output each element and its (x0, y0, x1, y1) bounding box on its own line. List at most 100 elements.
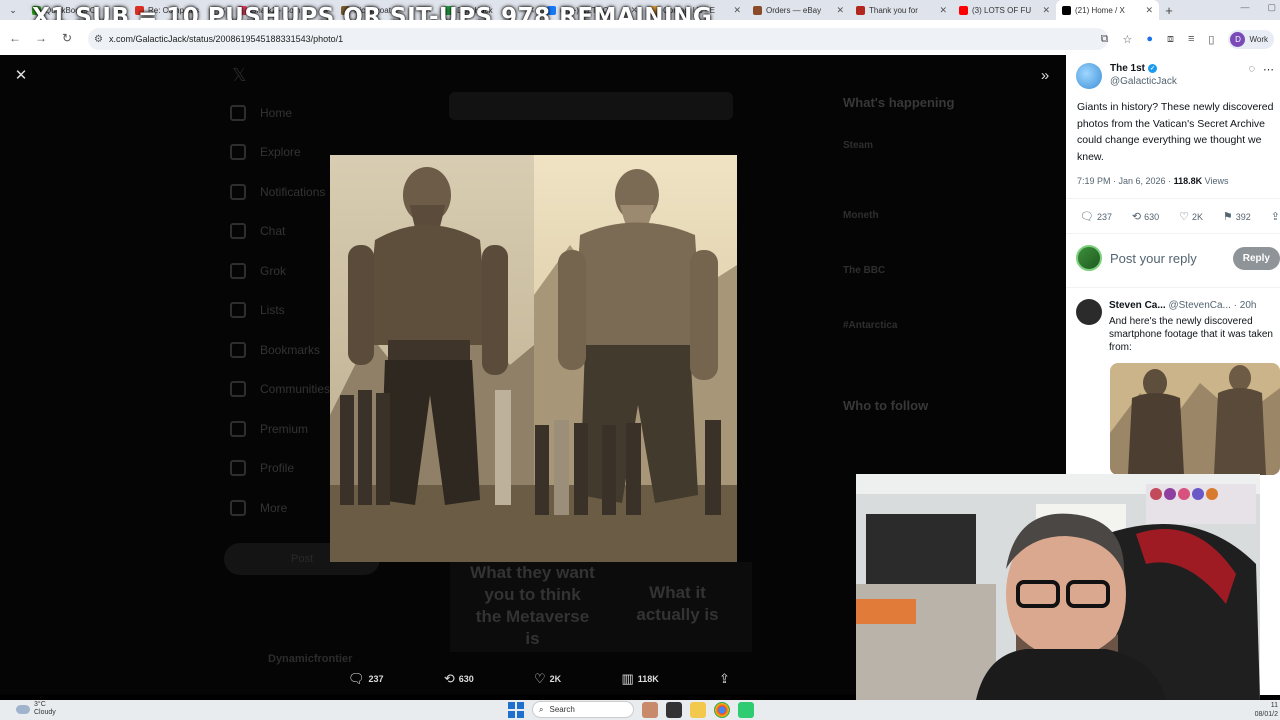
nav-label: Home (260, 105, 293, 120)
minimize-icon[interactable]: — (1240, 2, 1249, 13)
nav-item[interactable]: Chat (230, 212, 330, 252)
reply-author-handle[interactable]: @StevenCa... (1168, 300, 1230, 311)
tab-close-icon[interactable]: ✕ (836, 5, 844, 16)
user-avatar[interactable] (1076, 245, 1102, 271)
nav-label: Grok (260, 263, 287, 278)
windows-start-icon[interactable] (508, 701, 524, 718)
bottom-user-name: Dynamicfrontier (268, 653, 353, 665)
like-action[interactable]: ♡ 2K (534, 671, 561, 687)
nav-item[interactable]: Notifications (230, 172, 330, 212)
reply-input[interactable]: Post your reply (1110, 251, 1225, 266)
chrome-icon[interactable] (714, 701, 730, 718)
nav-label: Notifications (260, 184, 326, 199)
file-explorer-icon[interactable] (690, 701, 706, 718)
profile-label: Work (1249, 34, 1268, 44)
bookmark-stat[interactable]: ⚑ 392 (1223, 210, 1251, 223)
nav-item[interactable]: Lists (230, 291, 330, 331)
weather-widget[interactable]: 3°C Cloudy (16, 701, 56, 717)
share-action[interactable]: ⇪ (719, 671, 730, 687)
task-view-icon[interactable] (666, 701, 682, 718)
reload-icon[interactable]: ↻ (58, 31, 76, 45)
tab-close-icon[interactable]: ✕ (1042, 5, 1050, 16)
grok-icon[interactable]: ◌ (1248, 63, 1255, 76)
nav-icon (230, 460, 246, 477)
browser-tab[interactable]: (3) LOTS OF FU ✕ (953, 0, 1056, 20)
trend-item[interactable]: Steam (843, 140, 873, 151)
repost-action[interactable]: ⟲ 630 (444, 671, 474, 687)
webcam-overlay (856, 474, 1260, 700)
tab-close-icon[interactable]: ✕ (939, 5, 947, 16)
bookmark-star-icon[interactable]: ☆ (1122, 33, 1132, 46)
trend-item[interactable]: The BBC (843, 265, 885, 276)
views-label: Views (1204, 176, 1229, 186)
browser-tab[interactable]: Orders — eBay ✕ (747, 0, 850, 20)
author-avatar[interactable] (1076, 63, 1102, 89)
forward-icon[interactable]: → (32, 31, 50, 45)
maximize-icon[interactable]: ▢ (1267, 2, 1276, 13)
close-icon[interactable]: ✕ (10, 64, 32, 86)
site-info-icon[interactable]: ⚙ (94, 34, 103, 45)
back-icon[interactable]: ← (6, 31, 24, 45)
trend-item[interactable]: #Antarctica (843, 320, 897, 331)
tab-close-icon[interactable]: ✕ (1145, 5, 1153, 16)
nav-item[interactable]: More (230, 488, 330, 528)
views-action[interactable]: ▥ 118K (621, 671, 658, 687)
sidebar-icon[interactable]: ▯ (1208, 33, 1214, 46)
media-controls-icon[interactable]: ≡ (1188, 33, 1194, 45)
weather-temp: 3°C (34, 701, 46, 708)
nav-item[interactable]: Home (230, 93, 330, 133)
address-bar[interactable]: ⚙ x.com/GalacticJack/status/200861954518… (88, 28, 1108, 50)
repost-icon: ⟲ (443, 671, 455, 686)
nav-item[interactable]: Bookmarks (230, 330, 330, 370)
new-tab-button[interactable]: + (1159, 3, 1179, 18)
tab-close-icon[interactable]: ✕ (733, 5, 741, 16)
reply-stat[interactable]: 🗨 237 (1080, 210, 1112, 223)
browser-tab[interactable]: (21) Home / X ✕ (1056, 0, 1159, 20)
author-handle[interactable]: @GalacticJack (1110, 76, 1177, 87)
reply-author-name[interactable]: Steven Ca... (1109, 300, 1166, 311)
nav-label: Bookmarks (260, 342, 321, 357)
nav-label: Profile (260, 461, 295, 476)
tweet-timestamp[interactable]: 7:19 PM · Jan 6, 2026 · (1077, 176, 1171, 186)
extension-badge-icon[interactable]: ● (1146, 33, 1153, 45)
expand-sidebar-icon[interactable]: » (1034, 64, 1056, 86)
reply-button[interactable]: Reply (1232, 246, 1280, 270)
nav-icon (230, 262, 246, 279)
nav-icon (230, 381, 246, 398)
nav-item[interactable]: Grok (230, 251, 330, 291)
nav-item[interactable]: Profile (230, 449, 330, 489)
reply-avatar[interactable] (1076, 299, 1102, 325)
tweet-photo[interactable] (330, 155, 737, 562)
reply-media[interactable] (1110, 363, 1280, 475)
whats-happening-heading: What's happening (843, 95, 955, 110)
copilot-icon[interactable] (642, 701, 658, 718)
nav-icon (230, 104, 246, 121)
author-name[interactable]: The 1st (1110, 63, 1145, 74)
install-app-icon[interactable]: ⧉ (1101, 33, 1109, 46)
taskbar-search[interactable]: ⌕ Search (532, 701, 634, 718)
app-icon[interactable] (738, 701, 754, 718)
share-stat[interactable]: ⇪ (1271, 210, 1280, 223)
nav-item[interactable]: Explore (230, 133, 330, 173)
tab-search-icon[interactable]: ⌄ (0, 5, 26, 16)
taskbar-center: ⌕ Search (508, 701, 754, 718)
giants-photo-illustration (330, 155, 737, 562)
reply-action[interactable]: 🗨 237 (348, 671, 384, 687)
tweet-author[interactable]: The 1st ✓ @GalacticJack (1076, 63, 1177, 89)
repost-stat[interactable]: ⟲ 630 (1132, 210, 1159, 223)
url-text: x.com/GalacticJack/status/20086195451883… (108, 34, 344, 44)
browser-tab[interactable]: Thank you for ✕ (850, 0, 953, 20)
profile-button[interactable]: D Work (1228, 29, 1274, 49)
tweet-meta: 7:19 PM · Jan 6, 2026 · 118.8K Views (1077, 176, 1228, 186)
nav-item[interactable]: Communities (230, 370, 330, 410)
trend-item[interactable]: Moneth (843, 210, 879, 221)
like-stat[interactable]: ♡ 2K (1179, 210, 1203, 223)
clock-time: 11 (1270, 702, 1278, 709)
nav-item[interactable]: Premium (230, 409, 330, 449)
taskbar-clock[interactable]: 11 08/01/2 (1255, 701, 1278, 719)
more-options-icon[interactable]: ⋯ (1263, 63, 1274, 76)
reply-icon: 🗨 (1080, 211, 1094, 223)
bookmark-icon: ⚑ (1222, 211, 1233, 223)
reply-text: And here's the newly discovered smartpho… (1109, 316, 1273, 353)
extensions-icon[interactable]: ⧈ (1167, 33, 1174, 46)
